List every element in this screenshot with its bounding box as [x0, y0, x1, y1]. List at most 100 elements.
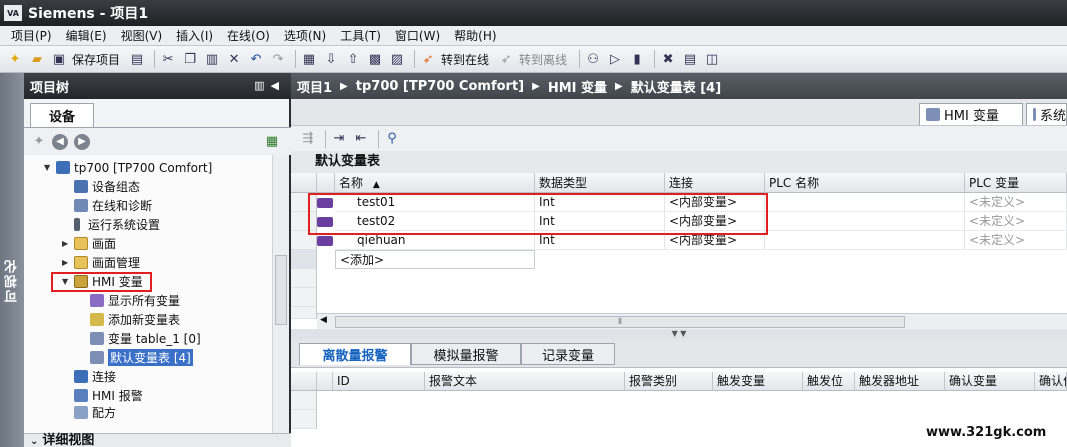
undo-icon[interactable]: ↶ [247, 50, 265, 68]
column-header-trigger-address[interactable]: 触发器地址 [855, 372, 945, 391]
go-offline-button[interactable]: 转到离线 [519, 51, 567, 68]
menu-online[interactable]: 在线(O) [227, 27, 270, 44]
menu-project[interactable]: 项目(P) [11, 27, 52, 44]
cell-plc-name[interactable] [765, 231, 965, 250]
cell-plc-name[interactable] [765, 212, 965, 231]
visualization-side-tab[interactable]: 可视化 [0, 73, 24, 447]
menu-options[interactable]: 选项(N) [284, 27, 326, 44]
download-icon[interactable]: ⇩ [322, 50, 340, 68]
table-hscroll-thumb[interactable]: ⦀ [335, 316, 905, 328]
add-tag-cell[interactable]: <添加> [335, 250, 535, 269]
column-header-name[interactable]: 名称 ▲ [335, 173, 535, 193]
tree-item-recipes[interactable]: 配方 [74, 405, 116, 419]
cell-plc-name[interactable] [765, 193, 965, 212]
scroll-left-icon[interactable]: ◀ [320, 315, 327, 325]
tree-item-screens[interactable]: ▶ 画面 [62, 234, 116, 253]
menu-view[interactable]: 视图(V) [121, 27, 163, 44]
tree-item-show-all-tags[interactable]: 显示所有变量 [90, 291, 180, 310]
tab-hmi-tags[interactable]: HMI 变量 [919, 103, 1023, 125]
start-cpu-icon[interactable]: ▷ [606, 50, 624, 68]
stop-simulation-icon[interactable]: ▨ [388, 50, 406, 68]
compile-icon[interactable]: ▦ [300, 50, 318, 68]
row-selector[interactable] [291, 193, 317, 212]
column-header-ack-bit[interactable]: 确认位 [1035, 372, 1067, 391]
column-header-data-type[interactable]: 数据类型 [535, 173, 665, 193]
tab-analog-alarms[interactable]: 模拟量报警 [411, 343, 521, 365]
cell-plc-tag[interactable]: <未定义> [965, 231, 1067, 250]
pane-splitter[interactable]: ▼ ▼ [291, 329, 1067, 339]
breadcrumb-item[interactable]: tp700 [TP700 Comfort] [356, 79, 524, 94]
upload-icon[interactable]: ⇧ [344, 50, 362, 68]
cell-connection[interactable]: <内部变量> [665, 231, 765, 250]
tree-item-default-tag-table[interactable]: 默认变量表 [4] [90, 348, 193, 367]
tree-item-tag-table-1[interactable]: 变量 table_1 [0] [90, 329, 201, 348]
tree-item-hmi-tags[interactable]: ▼ HMI 变量 [62, 272, 143, 291]
accessible-devices-icon[interactable]: ⚇ [584, 50, 602, 68]
breadcrumb-item[interactable]: 默认变量表 [4] [631, 77, 721, 96]
cell-name[interactable]: test01 [335, 193, 535, 212]
collapse-panel-icon[interactable]: ▥◀ [254, 79, 285, 92]
collapse-arrow-icon[interactable]: ▼ [62, 277, 72, 286]
cell-name[interactable]: test02 [335, 212, 535, 231]
simulate-icon[interactable]: ▩ [366, 50, 384, 68]
tab-logging-tags[interactable]: 记录变量 [521, 343, 615, 365]
tree-scroll-thumb[interactable] [275, 255, 287, 325]
collapse-arrow-icon[interactable]: ▼ [44, 163, 54, 172]
tree-scrollbar[interactable] [272, 155, 289, 433]
export-icon[interactable]: ⇥ [330, 130, 348, 148]
table-hscrollbar[interactable]: ◀ ⦀ [317, 313, 1067, 329]
overview-icon[interactable]: ▦ [263, 133, 281, 151]
tree-item-add-tag-table[interactable]: 添加新变量表 [90, 310, 180, 329]
stop-cpu-icon[interactable]: ▮ [628, 50, 646, 68]
new-item-icon[interactable]: ✦ [30, 133, 48, 151]
open-project-icon[interactable]: ▰ [28, 50, 46, 68]
cell-connection[interactable]: <内部变量> [665, 212, 765, 231]
cell-data-type[interactable]: Int [535, 231, 665, 250]
menu-edit[interactable]: 编辑(E) [66, 27, 107, 44]
column-header-connection[interactable]: 连接 [665, 173, 765, 193]
tree-item-device[interactable]: ▼ tp700 [TP700 Comfort] [44, 158, 212, 177]
tab-system[interactable]: 系统 [1026, 103, 1067, 125]
monitor-values-icon[interactable]: ⚲ [383, 130, 401, 148]
tab-devices[interactable]: 设备 [30, 103, 94, 127]
cell-data-type[interactable]: Int [535, 212, 665, 231]
tab-discrete-alarms[interactable]: 离散量报警 [299, 343, 411, 365]
menu-window[interactable]: 窗口(W) [395, 27, 440, 44]
column-header-trigger-tag[interactable]: 触发变量 [713, 372, 803, 391]
tree-item-diagnostics[interactable]: 在线和诊断 [74, 196, 152, 215]
go-online-button[interactable]: 转到在线 [441, 51, 489, 68]
details-view-header[interactable]: ⌄ 详细视图 [24, 433, 291, 447]
print-icon[interactable]: ▤ [128, 50, 146, 68]
expand-arrow-icon[interactable]: ▶ [62, 239, 72, 248]
save-icon[interactable]: ▣ [50, 50, 68, 68]
paste-icon[interactable]: ▥ [203, 50, 221, 68]
redo-icon[interactable]: ↷ [269, 50, 287, 68]
cell-plc-tag[interactable]: <未定义> [965, 212, 1067, 231]
row-selector[interactable] [291, 231, 317, 250]
tree-item-runtime-settings[interactable]: 运行系统设置 [74, 215, 160, 234]
cut-icon[interactable]: ✂ [159, 50, 177, 68]
tree-item-hmi-alarms[interactable]: HMI 报警 [74, 386, 143, 405]
row-selector[interactable] [291, 212, 317, 231]
go-offline-icon[interactable]: ➶ [497, 50, 515, 68]
menu-insert[interactable]: 插入(I) [176, 27, 213, 44]
copy-icon[interactable]: ❐ [181, 50, 199, 68]
column-header-trigger-bit[interactable]: 触发位 [803, 372, 855, 391]
cell-connection[interactable]: <内部变量> [665, 193, 765, 212]
cell-data-type[interactable]: Int [535, 193, 665, 212]
column-header-id[interactable]: ID [333, 372, 425, 391]
breadcrumb-item[interactable]: HMI 变量 [548, 77, 607, 96]
menu-help[interactable]: 帮助(H) [454, 27, 496, 44]
split-vertical-icon[interactable]: ◫ [703, 50, 721, 68]
save-project-button[interactable]: 保存项目 [72, 51, 120, 68]
column-header-alarm-text[interactable]: 报警文本 [425, 372, 625, 391]
menu-tools[interactable]: 工具(T) [340, 27, 381, 44]
cell-plc-tag[interactable]: <未定义> [965, 193, 1067, 212]
column-header-plc-tag[interactable]: PLC 变量 [965, 173, 1067, 193]
tree-item-screen-management[interactable]: ▶ 画面管理 [62, 253, 140, 272]
forward-icon[interactable]: ▶ [74, 133, 90, 150]
column-header-alarm-class[interactable]: 报警类别 [625, 372, 713, 391]
column-header-ack-tag[interactable]: 确认变量 [945, 372, 1035, 391]
collapse-arrow-icon[interactable]: ⌄ [30, 436, 38, 447]
breadcrumb-item[interactable]: 项目1 [297, 77, 332, 96]
